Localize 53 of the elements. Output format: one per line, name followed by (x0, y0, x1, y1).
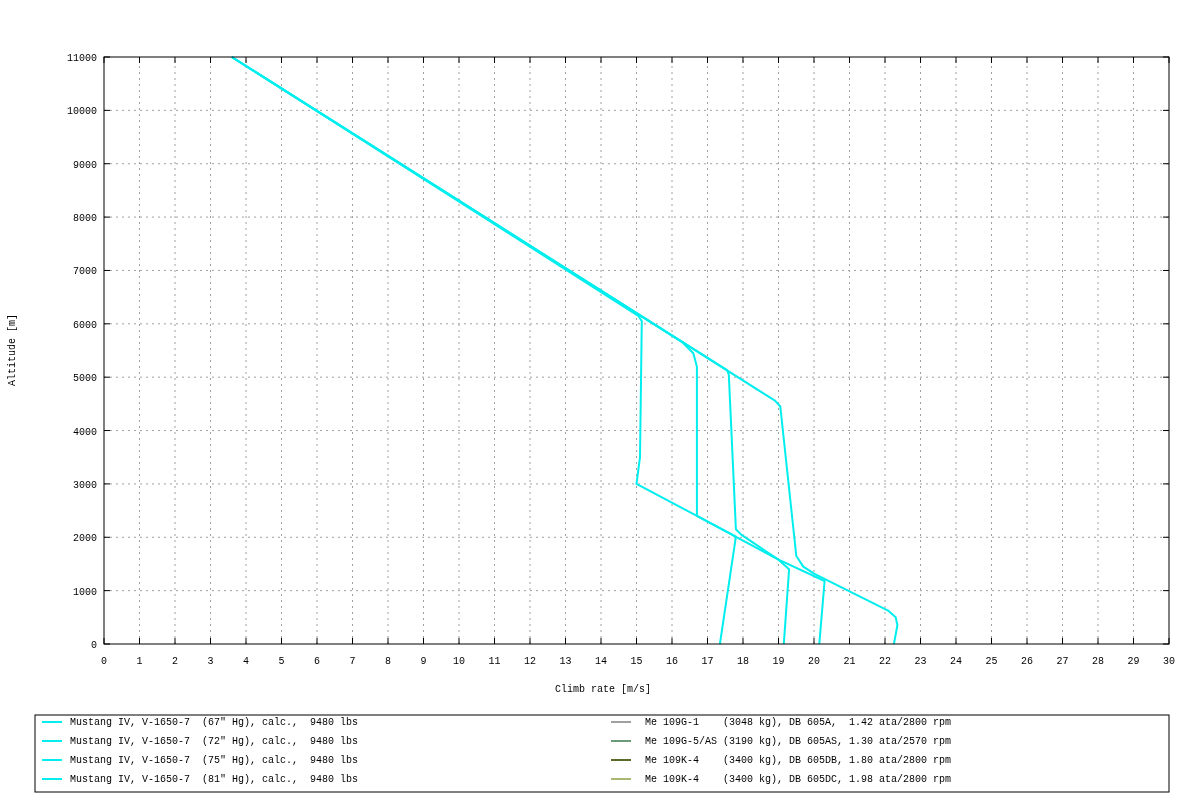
x-tick-label: 19 (772, 656, 785, 667)
x-tick-label: 25 (985, 656, 998, 667)
x-tick-label: 21 (843, 656, 856, 667)
x-tick-label: 11 (488, 656, 501, 667)
x-tick-label: 29 (1127, 656, 1140, 667)
x-tick-label: 28 (1092, 656, 1104, 667)
y-tick-label: 4000 (73, 426, 97, 438)
y-tick-label: 6000 (73, 319, 97, 331)
x-tick-label: 30 (1163, 656, 1175, 667)
y-axis-title: Altitude [m] (7, 314, 18, 386)
legend-label: Me 109K-4 (3400 kg), DB 605DB, 1.80 ata/2800 rpm (645, 755, 952, 766)
y-tick-label: 8000 (73, 213, 97, 225)
x-tick-label: 7 (349, 656, 356, 667)
y-tick-label: 1000 (73, 586, 97, 598)
x-tick-label: 10 (453, 656, 465, 667)
x-tick-label: 3 (207, 656, 214, 667)
x-tick-label: 5 (278, 656, 285, 667)
x-tick-label: 8 (385, 656, 391, 667)
x-tick-label: 9 (420, 656, 427, 667)
y-tick-label: 3000 (73, 479, 97, 491)
legend-label: Mustang IV, V-1650-7 (67" Hg), calc., 9480 lbs (70, 717, 359, 728)
x-tick-label: 2 (172, 656, 178, 667)
y-tick-label: 2000 (73, 533, 97, 545)
legend-label: Me 109K-4 (3400 kg), DB 605DC, 1.98 ata/2800 rpm (645, 774, 952, 785)
y-tick-label: 5000 (73, 373, 97, 385)
x-tick-label: 20 (808, 656, 820, 667)
legend-label: Me 109G-5/AS (3190 kg), DB 605AS, 1.30 ata/2570 rpm (645, 736, 952, 747)
x-tick-label: 17 (701, 656, 714, 667)
legend-label: Mustang IV, V-1650-7 (75" Hg), calc., 9480 lbs (70, 755, 359, 766)
x-tick-label: 6 (314, 656, 320, 667)
x-tick-label: 27 (1056, 656, 1069, 667)
y-tick-label: 0 (91, 640, 97, 651)
x-tick-label: 26 (1021, 656, 1033, 667)
y-tick-label: 7000 (73, 266, 97, 278)
y-tick-label: 10000 (67, 106, 97, 118)
x-tick-label: 1 (136, 656, 143, 667)
legend-label: Mustang IV, V-1650-7 (81" Hg), calc., 9480 lbs (70, 774, 359, 785)
x-tick-label: 14 (595, 656, 607, 667)
x-tick-label: 22 (879, 656, 891, 667)
legend-label: Mustang IV, V-1650-7 (72" Hg), calc., 9480 lbs (70, 736, 359, 747)
x-tick-label: 4 (243, 656, 249, 667)
x-tick-label: 12 (524, 656, 536, 667)
x-tick-label: 23 (914, 656, 927, 667)
x-tick-label: 0 (101, 656, 107, 667)
y-tick-label: 9000 (73, 159, 97, 171)
legend-label: Me 109G-1 (3048 kg), DB 605A, 1.42 ata/2800 rpm (645, 717, 952, 728)
x-tick-label: 16 (666, 656, 678, 667)
x-tick-label: 18 (737, 656, 749, 667)
x-axis-title: Climb rate [m/s] (555, 684, 651, 695)
y-tick-label: 11000 (67, 53, 97, 64)
x-tick-label: 13 (559, 656, 572, 667)
x-tick-label: 24 (950, 656, 962, 667)
x-tick-label: 15 (630, 656, 643, 667)
